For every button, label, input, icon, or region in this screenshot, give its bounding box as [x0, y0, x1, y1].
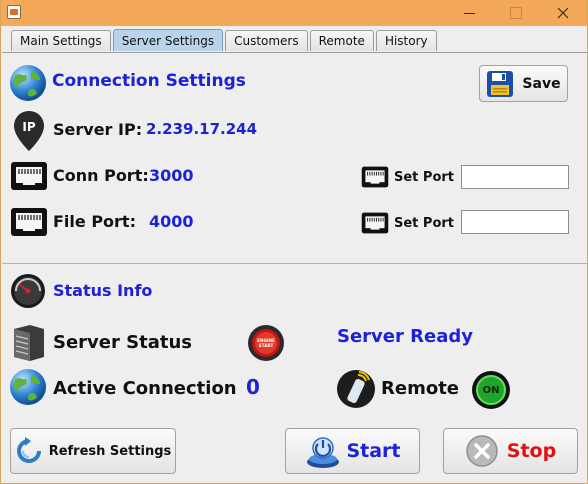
- maximize-icon: [510, 7, 522, 19]
- conn-port-input[interactable]: [461, 165, 569, 189]
- remote-control-icon: [337, 370, 375, 408]
- floppy-disk-icon: [487, 70, 514, 97]
- stop-button[interactable]: Stop: [443, 428, 578, 474]
- section-divider: [2, 263, 587, 264]
- tab-server-settings[interactable]: Server Settings: [112, 29, 224, 51]
- ip-pin-icon: IP: [14, 111, 44, 151]
- save-button[interactable]: Save: [479, 65, 568, 102]
- ethernet-port-icon: [361, 212, 389, 234]
- tab-remote[interactable]: Remote: [309, 30, 374, 51]
- tab-main-settings[interactable]: Main Settings: [11, 30, 111, 51]
- java-app-icon: [7, 5, 21, 19]
- maximize-button[interactable]: [493, 0, 539, 26]
- svg-text:START: START: [259, 343, 274, 348]
- stop-button-label: Stop: [506, 440, 557, 462]
- save-button-label: Save: [522, 75, 561, 92]
- minimize-button[interactable]: [446, 0, 492, 26]
- globe-icon: [10, 65, 46, 101]
- active-connection-value: 0: [246, 375, 260, 399]
- ethernet-port-icon: [11, 162, 47, 190]
- engine-start-icon[interactable]: ENGINE START: [246, 324, 286, 362]
- status-info-heading: Status Info: [53, 281, 153, 300]
- connection-settings-heading: Connection Settings: [52, 71, 246, 91]
- tab-bar: Main Settings Server Settings Customers …: [11, 29, 439, 52]
- svg-text:IP: IP: [22, 120, 35, 134]
- stop-x-icon: [466, 435, 498, 467]
- tab-customers[interactable]: Customers: [225, 30, 308, 51]
- server-settings-panel: Connection Settings Save IP Server IP: 2…: [2, 52, 587, 483]
- ethernet-port-icon: [11, 208, 47, 236]
- server-ip-value: 2.239.17.244: [146, 120, 258, 138]
- gauge-icon: [11, 274, 45, 308]
- server-ip-label: Server IP:: [53, 120, 143, 139]
- set-port-label-conn: Set Port: [394, 170, 455, 185]
- remote-label: Remote: [381, 378, 460, 399]
- application-window: Main Settings Server Settings Customers …: [0, 0, 588, 484]
- server-rack-icon: [14, 325, 44, 361]
- title-bar[interactable]: [1, 0, 587, 26]
- power-icon: [307, 437, 340, 468]
- start-button-label: Start: [346, 440, 401, 462]
- file-port-value: 4000: [149, 212, 194, 231]
- refresh-icon: [16, 437, 41, 463]
- file-port-input[interactable]: [461, 210, 569, 234]
- server-status-value: Server Ready: [337, 326, 473, 347]
- globe-icon: [10, 369, 46, 405]
- minimize-icon: [463, 12, 475, 14]
- close-icon: [557, 7, 569, 19]
- on-toggle-label: ON: [476, 375, 506, 405]
- refresh-settings-label: Refresh Settings: [48, 443, 172, 459]
- refresh-settings-button[interactable]: Refresh Settings: [10, 428, 176, 474]
- start-button[interactable]: Start: [285, 428, 420, 474]
- conn-port-value: 3000: [149, 166, 194, 185]
- set-port-label-file: Set Port: [394, 216, 455, 231]
- active-connection-label: Active Connection: [53, 378, 237, 399]
- on-toggle-icon[interactable]: ON: [472, 371, 510, 409]
- close-button[interactable]: [540, 0, 586, 26]
- ethernet-port-icon: [361, 166, 389, 188]
- server-status-label: Server Status: [53, 332, 192, 353]
- conn-port-label: Conn Port:: [53, 166, 149, 185]
- tab-history[interactable]: History: [375, 30, 437, 51]
- file-port-label: File Port:: [53, 212, 136, 231]
